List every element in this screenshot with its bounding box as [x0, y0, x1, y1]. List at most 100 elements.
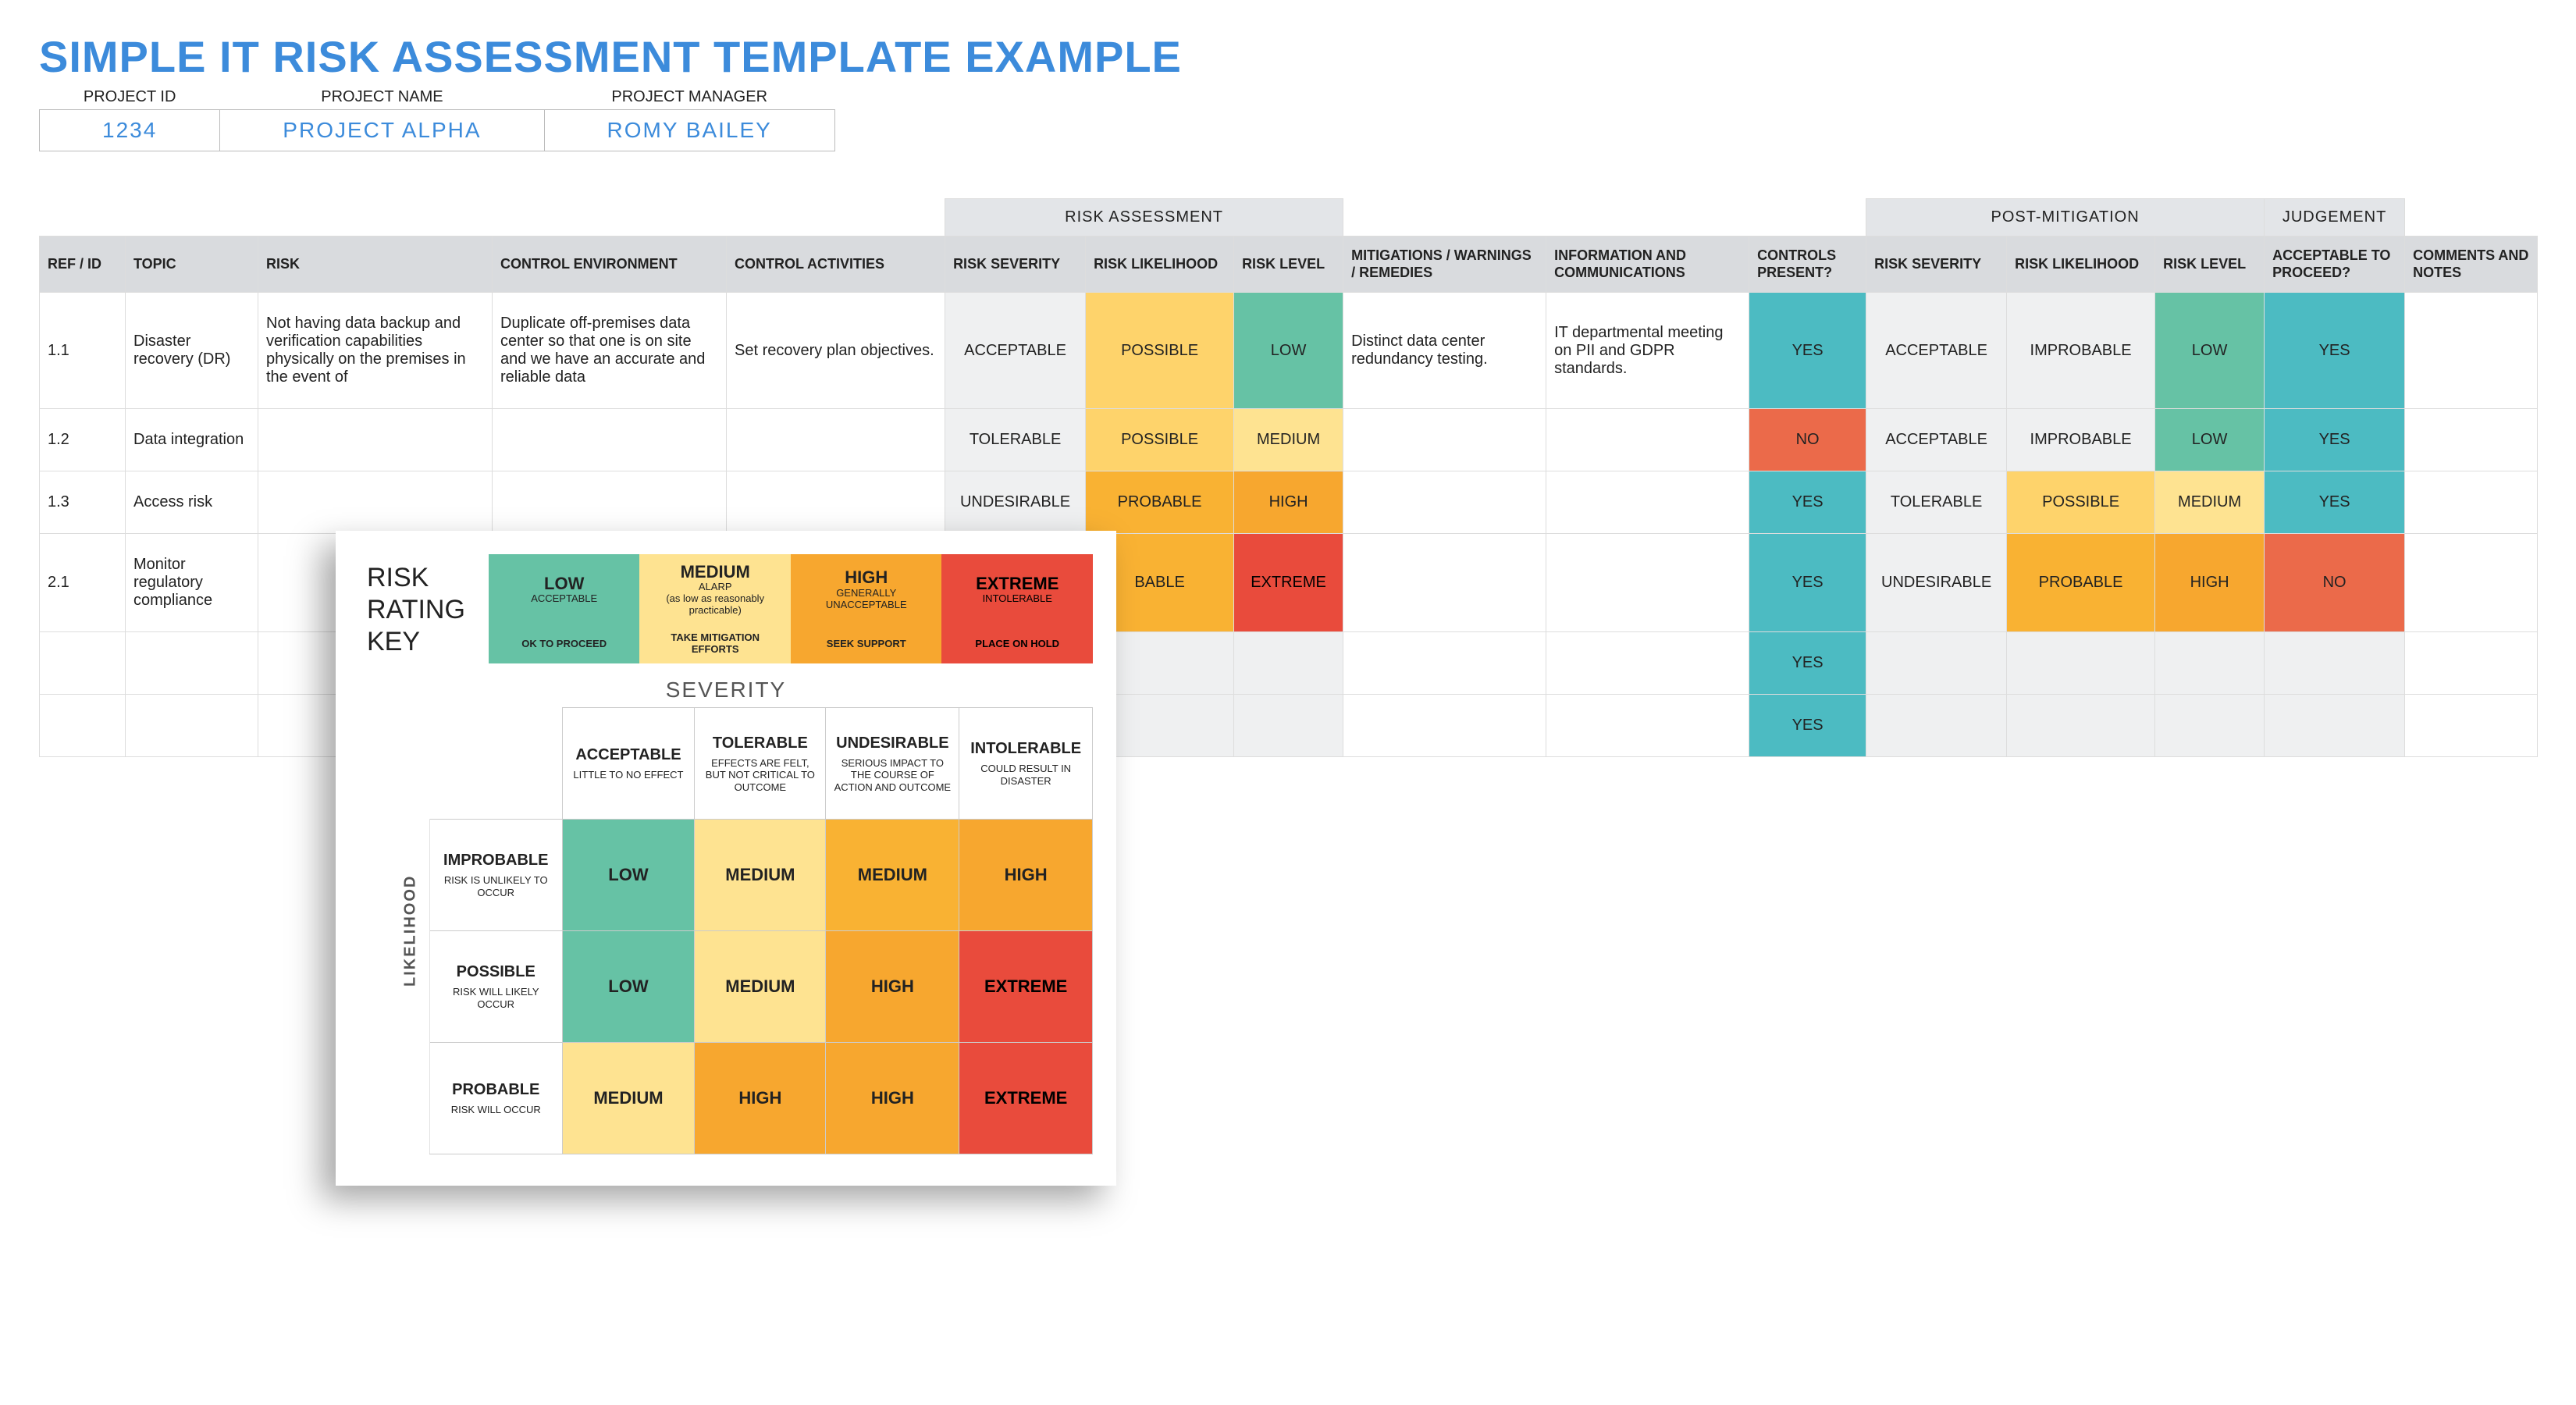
- project-name[interactable]: PROJECT ALPHA: [220, 110, 544, 151]
- severity-col: ACCEPTABLELITTLE TO NO EFFECT: [562, 707, 695, 819]
- cell[interactable]: [1546, 409, 1749, 471]
- cell[interactable]: MEDIUM: [2155, 471, 2265, 534]
- cell[interactable]: LOW: [1234, 293, 1343, 409]
- cell[interactable]: ACCEPTABLE: [1866, 409, 2007, 471]
- cell[interactable]: [1866, 695, 2007, 757]
- cell[interactable]: Disaster recovery (DR): [126, 293, 258, 409]
- severity-col: INTOLERABLECOULD RESULT IN DISASTER: [959, 707, 1093, 819]
- severity-col: UNDESIRABLESERIOUS IMPACT TO THE COURSE …: [826, 707, 959, 819]
- key-level: MEDIUMALARP(as low as reasonably practic…: [639, 554, 791, 624]
- cell[interactable]: POSSIBLE: [2007, 471, 2155, 534]
- cell[interactable]: ACCEPTABLE: [945, 293, 1086, 409]
- cell[interactable]: [2007, 632, 2155, 695]
- cell[interactable]: TOLERABLE: [945, 409, 1086, 471]
- cell[interactable]: IMPROBABLE: [2007, 409, 2155, 471]
- cell[interactable]: HIGH: [2155, 534, 2265, 632]
- cell[interactable]: YES: [2265, 409, 2405, 471]
- cell[interactable]: UNDESIRABLE: [945, 471, 1086, 534]
- cell[interactable]: LOW: [2155, 409, 2265, 471]
- cell[interactable]: [2405, 534, 2538, 632]
- col-topic: TOPIC: [126, 237, 258, 293]
- matrix-cell: HIGH: [695, 1042, 826, 1154]
- cell[interactable]: YES: [1749, 695, 1866, 757]
- cell[interactable]: [1343, 534, 1546, 632]
- cell[interactable]: YES: [1749, 293, 1866, 409]
- cell[interactable]: [40, 695, 126, 757]
- cell[interactable]: [2265, 632, 2405, 695]
- key-action: SEEK SUPPORT: [791, 624, 942, 663]
- cell[interactable]: [258, 471, 493, 534]
- cell[interactable]: [126, 632, 258, 695]
- project-id[interactable]: 1234: [40, 110, 220, 151]
- severity-col: TOLERABLEEFFECTS ARE FELT, BUT NOT CRITI…: [695, 707, 826, 819]
- cell[interactable]: Not having data backup and verification …: [258, 293, 493, 409]
- cell[interactable]: 1.1: [40, 293, 126, 409]
- cell[interactable]: [1866, 632, 2007, 695]
- cell[interactable]: [1343, 471, 1546, 534]
- cell[interactable]: IMPROBABLE: [2007, 293, 2155, 409]
- cell[interactable]: [2007, 695, 2155, 757]
- cell[interactable]: [258, 409, 493, 471]
- table-row: 1.1Disaster recovery (DR)Not having data…: [40, 293, 2538, 409]
- cell[interactable]: UNDESIRABLE: [1866, 534, 2007, 632]
- cell[interactable]: YES: [1749, 632, 1866, 695]
- cell[interactable]: Access risk: [126, 471, 258, 534]
- cell[interactable]: MEDIUM: [1234, 409, 1343, 471]
- col-mit: MITIGATIONS / WARNINGS / REMEDIES: [1343, 237, 1546, 293]
- cell[interactable]: PROBABLE: [2007, 534, 2155, 632]
- cell[interactable]: 1.3: [40, 471, 126, 534]
- cell[interactable]: [2405, 471, 2538, 534]
- matrix-cell: EXTREME: [959, 930, 1093, 1042]
- cell[interactable]: NO: [2265, 534, 2405, 632]
- cell[interactable]: [1546, 632, 1749, 695]
- cell[interactable]: [727, 409, 945, 471]
- cell[interactable]: NO: [1749, 409, 1866, 471]
- cell[interactable]: [2405, 293, 2538, 409]
- project-header: PROJECT ID PROJECT NAME PROJECT MANAGER …: [39, 85, 835, 151]
- cell[interactable]: [493, 409, 727, 471]
- cell[interactable]: [2155, 695, 2265, 757]
- cell[interactable]: Duplicate off-premises data center so th…: [493, 293, 727, 409]
- cell[interactable]: [1546, 534, 1749, 632]
- cell[interactable]: HIGH: [1234, 471, 1343, 534]
- cell[interactable]: Distinct data center redundancy testing.: [1343, 293, 1546, 409]
- cell[interactable]: [2265, 695, 2405, 757]
- cell[interactable]: YES: [1749, 534, 1866, 632]
- cell[interactable]: Data integration: [126, 409, 258, 471]
- cell[interactable]: EXTREME: [1234, 534, 1343, 632]
- cell[interactable]: ACCEPTABLE: [1866, 293, 2007, 409]
- cell[interactable]: 2.1: [40, 534, 126, 632]
- table-row: 1.3Access risk UNDESIRABLEPROBABLEHIGH YES…: [40, 471, 2538, 534]
- cell[interactable]: YES: [2265, 471, 2405, 534]
- cell[interactable]: LOW: [2155, 293, 2265, 409]
- cell[interactable]: POSSIBLE: [1086, 409, 1234, 471]
- cell[interactable]: Monitor regulatory compliance: [126, 534, 258, 632]
- cell[interactable]: TOLERABLE: [1866, 471, 2007, 534]
- project-mgr[interactable]: ROMY BAILEY: [544, 110, 834, 151]
- group-post-mitigation: POST-MITIGATION: [1866, 199, 2265, 237]
- likelihood-title: LIKELIHOOD: [390, 707, 429, 1154]
- cell[interactable]: PROBABLE: [1086, 471, 1234, 534]
- cell[interactable]: IT departmental meeting on PII and GDPR …: [1546, 293, 1749, 409]
- cell[interactable]: [1234, 695, 1343, 757]
- cell[interactable]: [1343, 695, 1546, 757]
- cell[interactable]: [1343, 632, 1546, 695]
- cell[interactable]: Set recovery plan objectives.: [727, 293, 945, 409]
- cell[interactable]: [727, 471, 945, 534]
- cell[interactable]: [1546, 471, 1749, 534]
- cell[interactable]: [126, 695, 258, 757]
- cell[interactable]: [2155, 632, 2265, 695]
- cell[interactable]: YES: [2265, 293, 2405, 409]
- cell[interactable]: YES: [1749, 471, 1866, 534]
- cell[interactable]: [2405, 632, 2538, 695]
- cell[interactable]: [2405, 695, 2538, 757]
- cell[interactable]: [1234, 632, 1343, 695]
- cell[interactable]: [2405, 409, 2538, 471]
- cell[interactable]: [40, 632, 126, 695]
- cell[interactable]: [1546, 695, 1749, 757]
- severity-title: SEVERITY: [359, 678, 1093, 702]
- cell[interactable]: 1.2: [40, 409, 126, 471]
- cell[interactable]: [493, 471, 727, 534]
- cell[interactable]: POSSIBLE: [1086, 293, 1234, 409]
- cell[interactable]: [1343, 409, 1546, 471]
